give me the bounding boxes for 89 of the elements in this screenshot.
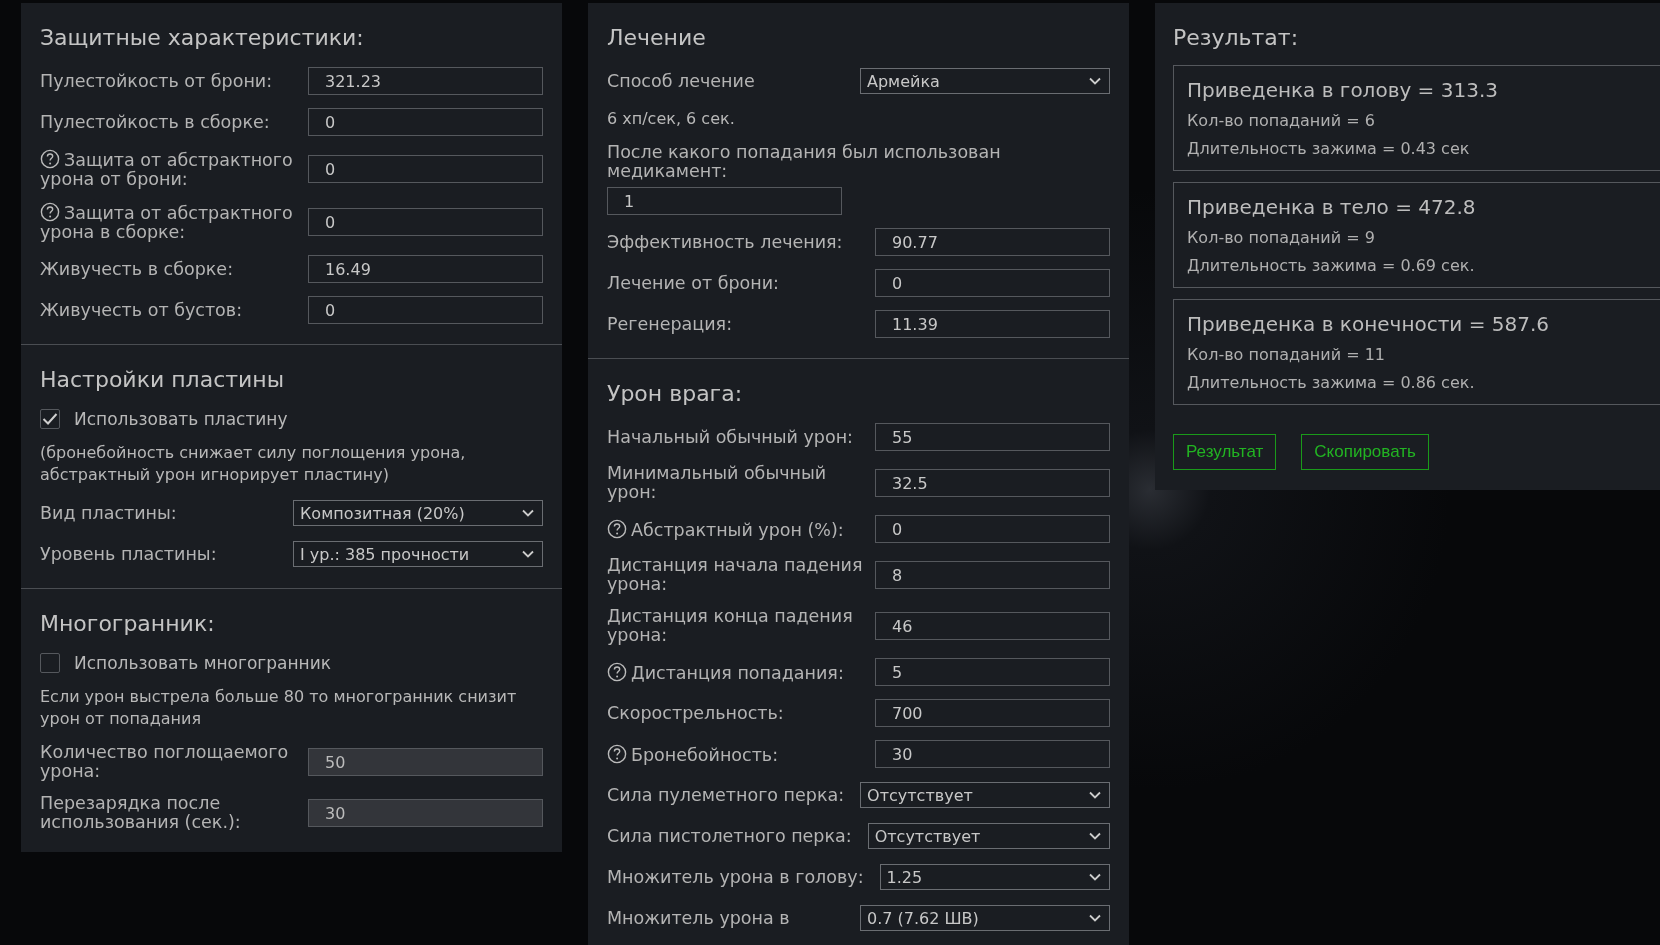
result-line: Кол-во попаданий = 6 [1187,111,1376,130]
input-field[interactable]: 0 [308,108,543,136]
field-label: Минимальный обычный урон: [607,464,828,502]
input-field[interactable]: 0 [308,155,543,183]
field-label: Пулестойкость от брони: [40,71,274,91]
field-label: Лечение от брони: [607,273,780,293]
check-icon [42,412,58,426]
field-label: Дистанция конца падения урона: [607,607,854,645]
help-icon[interactable] [40,149,60,169]
field-label: Защита от абстрактного урона от брони: [40,149,294,189]
field-label: Количество поглощаемого урона: [40,743,290,781]
help-icon[interactable] [40,202,60,222]
field-label: Защита от абстрактного урона в сборке: [40,202,294,242]
dropdown[interactable]: Армейка [860,68,1110,94]
help-icon[interactable] [607,743,627,764]
input-field[interactable]: 90.77 [875,228,1110,256]
input-field[interactable]: 55 [875,423,1110,451]
dropdown[interactable]: Отсутствует [867,823,1110,849]
result-line: Кол-во попаданий = 9 [1187,228,1376,247]
hint-text: (бронебойность снижает силу поглощения урона, абстрактный урон игнорирует пластину) [40,442,467,486]
result-heading: Приведенка в тело = 472.8 [1187,195,1477,219]
result-heading: Приведенка в голову = 313.3 [1187,78,1499,102]
field-label: Живучесть от бустов: [40,300,244,320]
dropdown[interactable]: Композитная (20%) [293,500,543,526]
result-line: Кол-во попаданий = 11 [1187,345,1387,364]
input-field[interactable]: 700 [875,699,1110,727]
caret-icon [1089,791,1101,799]
input-field[interactable]: 5 [875,658,1110,686]
field-label: Живучесть в сборке: [40,259,235,279]
field-label: Сила пулеметного перка: [607,785,845,805]
input-field[interactable]: 1 [607,187,842,215]
checkbox[interactable] [40,409,60,429]
section-title: Многогранник: [40,611,216,636]
field-label: Множитель урона в [607,908,790,928]
hint-text: 6 хп/сек, 6 сек. [607,108,736,130]
input-field[interactable]: 32.5 [875,469,1110,497]
input-field[interactable]: 8 [875,561,1110,589]
input-field[interactable]: 16.49 [308,255,543,283]
field-label: Начальный обычный урон: [607,427,854,447]
result-line: Длительность зажима = 0.86 сек. [1187,373,1476,392]
help-icon[interactable] [607,661,627,682]
section-title: Настройки пластины [40,367,286,392]
section-title: Защитные характеристики: [40,25,365,50]
caret-icon [1089,873,1101,881]
caret-icon [1089,832,1101,840]
section-title: Урон врага: [607,381,744,406]
dropdown[interactable]: 1.25 [879,864,1110,890]
dropdown[interactable]: I ур.: 385 прочности [293,541,543,567]
field-label: Эффективность лечения: [607,232,844,252]
field-label: Дистанция попадания: [607,661,869,683]
hint-text: Если урон выстрела больше 80 то многогранник снизит урон от попадания [40,686,518,730]
result-line: Длительность зажима = 0.69 сек. [1187,256,1476,275]
field-label: Вид пластины: [40,503,177,523]
field-label: После какого попадания был использован медикамент: [607,143,1002,181]
checkbox-label: Использовать многогранник [74,653,332,673]
field-label: Регенерация: [607,314,734,334]
action-button[interactable]: Результат [1173,434,1277,470]
field-label: Множитель урона в голову: [607,867,864,887]
field-label: Сила пистолетного перка: [607,826,852,846]
caret-icon [1089,77,1101,85]
field-label: Абстрактный урон (%): [607,518,869,540]
section-title: Лечение [607,25,707,50]
result-heading: Приведенка в конечности = 587.6 [1187,312,1551,336]
field-label: Дистанция начала падения урона: [607,556,864,594]
section-title: Результат: [1173,25,1300,50]
input-field[interactable]: 0 [875,269,1110,297]
checkbox-label: Использовать пластину [74,409,288,429]
field-label: Бронебойность: [607,743,869,765]
field-label: Способ лечение [607,71,755,91]
input-field[interactable]: 0 [875,515,1110,543]
caret-icon [522,550,534,558]
field-label: Уровень пластины: [40,544,217,564]
dropdown[interactable]: Отсутствует [860,782,1110,808]
input-field[interactable]: 46 [875,612,1110,640]
help-icon[interactable] [607,518,627,539]
caret-icon [1089,914,1101,922]
input-field[interactable]: 30 [875,740,1110,768]
field-label: Перезарядка после использования (сек.): [40,794,242,832]
field-label: Пулестойкость в сборке: [40,112,271,132]
caret-icon [522,509,534,517]
input-field[interactable]: 0 [308,296,543,324]
field-label: Скорострельность: [607,703,785,723]
input-field[interactable]: 0 [308,208,543,236]
action-button[interactable]: Скопировать [1301,434,1429,470]
dropdown[interactable]: 0.7 (7.62 ШВ) [860,905,1110,931]
input-field[interactable]: 321.23 [308,67,543,95]
result-line: Длительность зажима = 0.43 сек [1187,139,1471,158]
input-field[interactable]: 11.39 [875,310,1110,338]
checkbox[interactable] [40,653,60,673]
